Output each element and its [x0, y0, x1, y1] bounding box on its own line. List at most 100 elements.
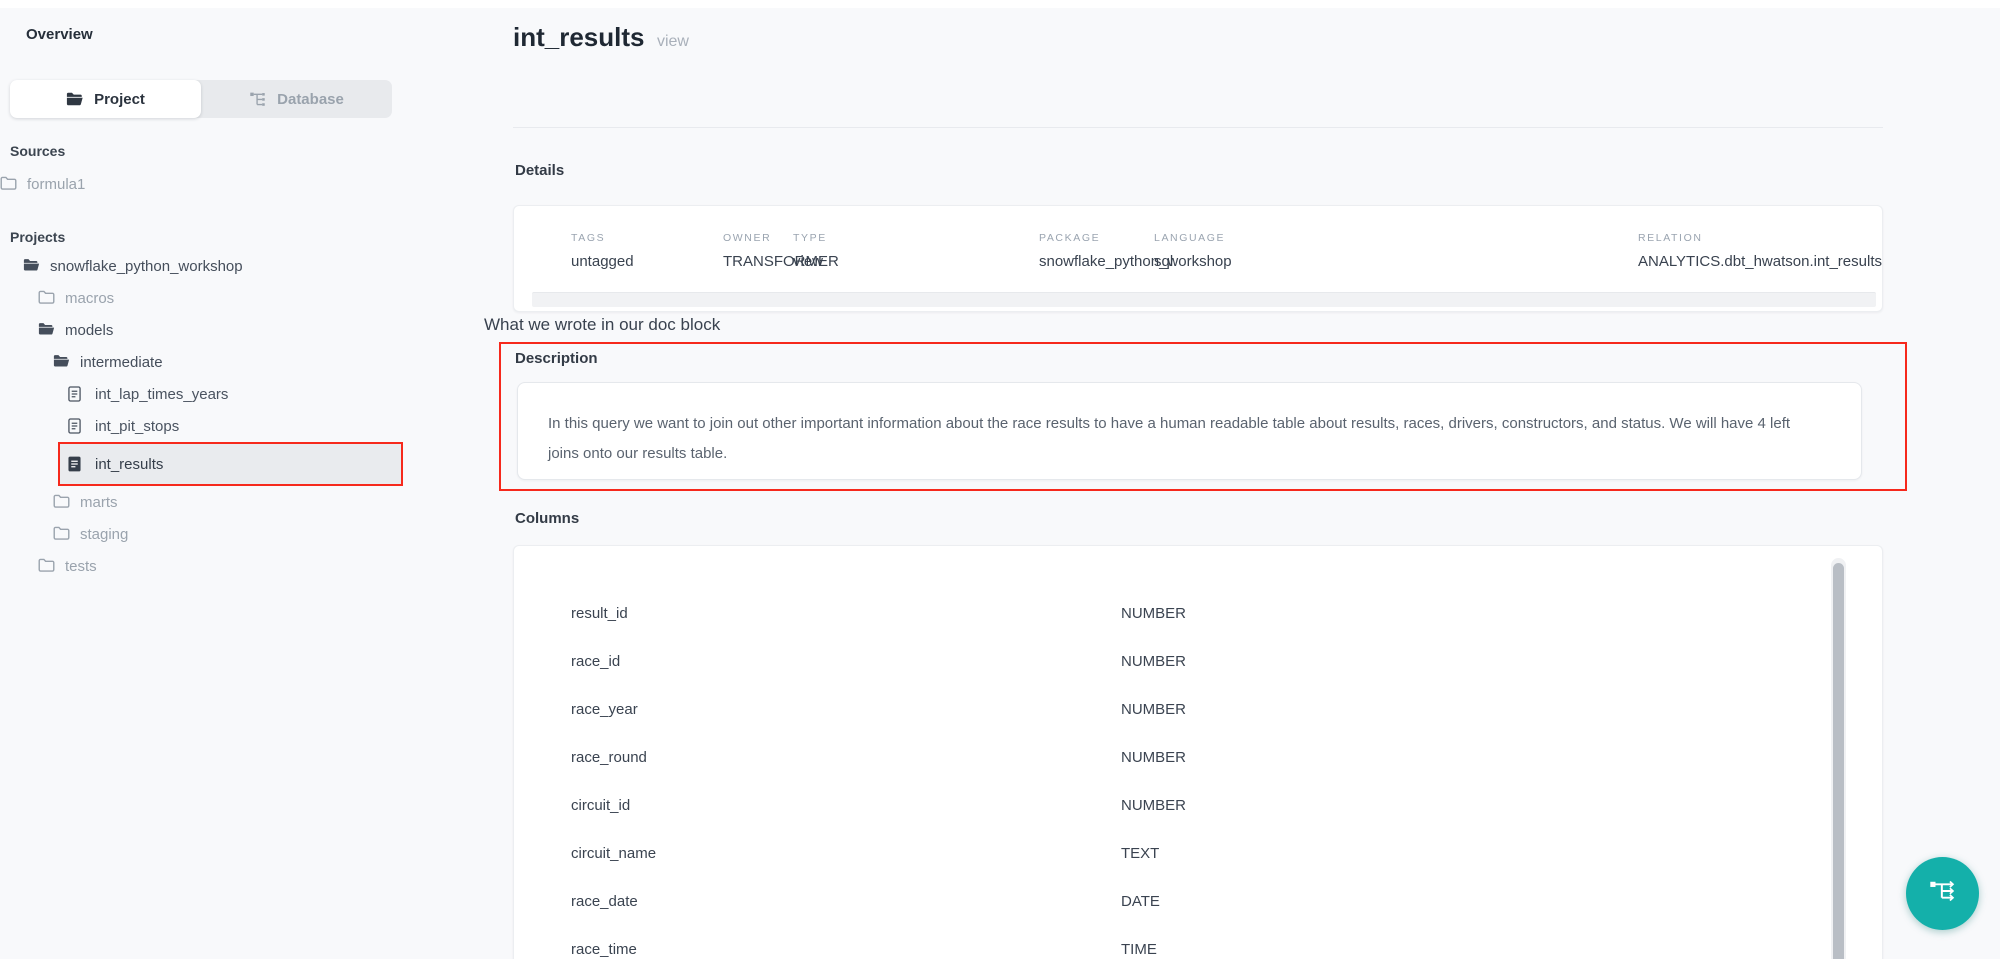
details-card: TAGS untagged OWNER TRANSFORMER TYPE vie… — [513, 205, 1883, 312]
sources-heading: Sources — [10, 143, 65, 159]
toggle-project-button[interactable]: Project — [10, 80, 201, 118]
tree-item[interactable]: int_pit_stops — [0, 410, 406, 442]
column-type: TIME — [1121, 941, 1157, 958]
column-type: NUMBER — [1121, 653, 1186, 670]
tree-item[interactable]: models — [0, 314, 406, 346]
tree-item[interactable]: int_results — [60, 444, 401, 484]
details-field-label: PACKAGE — [1039, 232, 1154, 244]
tree-item-label: snowflake_python_workshop — [50, 258, 243, 275]
folder-open-icon — [38, 322, 55, 338]
file-solid-icon — [68, 456, 85, 472]
folder-open-icon — [53, 354, 70, 370]
details-field-value: sql — [1154, 253, 1638, 270]
tree-item-label: macros — [65, 290, 114, 307]
details-field-label: OWNER — [723, 232, 793, 244]
details-field-value: snowflake_python_workshop — [1039, 253, 1154, 270]
columns-table-body: result_id NUMBER race_id NUMBER race_yea… — [571, 589, 1882, 959]
details-field-value: view — [793, 253, 1039, 270]
tree-item-label: tests — [65, 558, 97, 575]
description-body: In this query we want to join out other … — [548, 409, 1821, 469]
folder-icon — [38, 290, 55, 306]
tree-item-label: int_lap_times_years — [95, 386, 228, 403]
details-field-value: ANALYTICS.dbt_hwatson.int_results — [1638, 253, 1882, 270]
tree-item-label: staging — [80, 526, 128, 543]
lineage-graph-button[interactable] — [1906, 857, 1979, 930]
column-type: NUMBER — [1121, 605, 1186, 622]
details-field-label: TYPE — [793, 232, 1039, 244]
top-strip — [0, 0, 2000, 8]
details-field: RELATION ANALYTICS.dbt_hwatson.int_resul… — [1638, 232, 1882, 270]
file-icon — [68, 386, 85, 402]
details-field: OWNER TRANSFORMER — [723, 232, 793, 270]
column-type: NUMBER — [1121, 701, 1186, 718]
details-collapsed-strip[interactable] — [532, 292, 1876, 307]
annotation-text: What we wrote in our doc block — [484, 315, 720, 335]
table-row[interactable]: circuit_name TEXT — [571, 829, 1882, 877]
description-card: In this query we want to join out other … — [517, 382, 1862, 480]
sources-tree: formula1 — [0, 168, 406, 200]
source-item[interactable]: formula1 — [0, 168, 406, 200]
details-field: TYPE view — [793, 232, 1039, 270]
column-name: race_year — [571, 701, 1121, 718]
details-field-label: LANGUAGE — [1154, 232, 1638, 244]
details-fields: TAGS untagged OWNER TRANSFORMER TYPE vie… — [571, 232, 1882, 270]
model-title: int_results — [513, 22, 645, 52]
folder-icon — [38, 558, 55, 574]
database-tree-icon — [249, 91, 267, 107]
table-row[interactable]: race_round NUMBER — [571, 733, 1882, 781]
toggle-database-button[interactable]: Database — [201, 80, 392, 118]
tabs-divider — [513, 127, 1883, 128]
column-type: TEXT — [1121, 845, 1159, 862]
annotation-box-description: Description In this query we want to joi… — [499, 342, 1907, 491]
tree-item[interactable]: macros — [0, 282, 406, 314]
details-section-heading: Details — [515, 162, 564, 179]
folder-icon — [53, 526, 70, 542]
tree-item[interactable]: int_lap_times_years — [0, 378, 406, 410]
tree-item[interactable]: snowflake_python_workshop — [0, 250, 406, 282]
tree-item[interactable]: intermediate — [0, 346, 406, 378]
folder-open-icon — [23, 258, 40, 274]
folder-icon — [0, 176, 17, 192]
tree-item-label: models — [65, 322, 113, 339]
details-field-value: TRANSFORMER — [723, 253, 793, 270]
columns-scrollbar-thumb[interactable] — [1833, 563, 1844, 959]
details-field-value: untagged — [571, 253, 723, 270]
columns-card: result_id NUMBER race_id NUMBER race_yea… — [513, 545, 1883, 959]
view-toggle: Project Database — [10, 80, 392, 118]
toggle-project-label: Project — [94, 91, 145, 108]
tree-item-label: intermediate — [80, 354, 163, 371]
table-row[interactable]: result_id NUMBER — [571, 589, 1882, 637]
details-field: TAGS untagged — [571, 232, 723, 270]
column-name: circuit_id — [571, 797, 1121, 814]
tree-item[interactable]: marts — [0, 486, 406, 518]
column-name: circuit_name — [571, 845, 1121, 862]
project-tree: snowflake_python_workshop macros models … — [0, 250, 406, 582]
column-type: NUMBER — [1121, 749, 1186, 766]
lineage-graph-icon — [1928, 877, 1958, 910]
column-name: race_date — [571, 893, 1121, 910]
column-type: DATE — [1121, 893, 1160, 910]
tree-item[interactable]: staging — [0, 518, 406, 550]
table-row[interactable]: race_year NUMBER — [571, 685, 1882, 733]
tree-item-label: int_results — [95, 456, 163, 473]
column-name: race_time — [571, 941, 1121, 958]
tree-item-label: marts — [80, 494, 118, 511]
tree-item-label: int_pit_stops — [95, 418, 179, 435]
model-type-badge: view — [657, 33, 689, 50]
column-name: race_round — [571, 749, 1121, 766]
column-type: NUMBER — [1121, 797, 1186, 814]
file-icon — [68, 418, 85, 434]
projects-heading: Projects — [10, 229, 65, 245]
details-field: PACKAGE snowflake_python_workshop — [1039, 232, 1154, 270]
details-field-label: TAGS — [571, 232, 723, 244]
model-title-bar: int_results view — [513, 22, 689, 53]
folder-open-icon — [66, 91, 84, 107]
toggle-database-label: Database — [277, 91, 344, 108]
table-row[interactable]: race_time TIME — [571, 925, 1882, 959]
overview-heading: Overview — [26, 26, 93, 43]
table-row[interactable]: race_date DATE — [571, 877, 1882, 925]
tree-item[interactable]: tests — [0, 550, 406, 582]
table-row[interactable]: circuit_id NUMBER — [571, 781, 1882, 829]
table-row[interactable]: race_id NUMBER — [571, 637, 1882, 685]
details-field-label: RELATION — [1638, 232, 1882, 244]
